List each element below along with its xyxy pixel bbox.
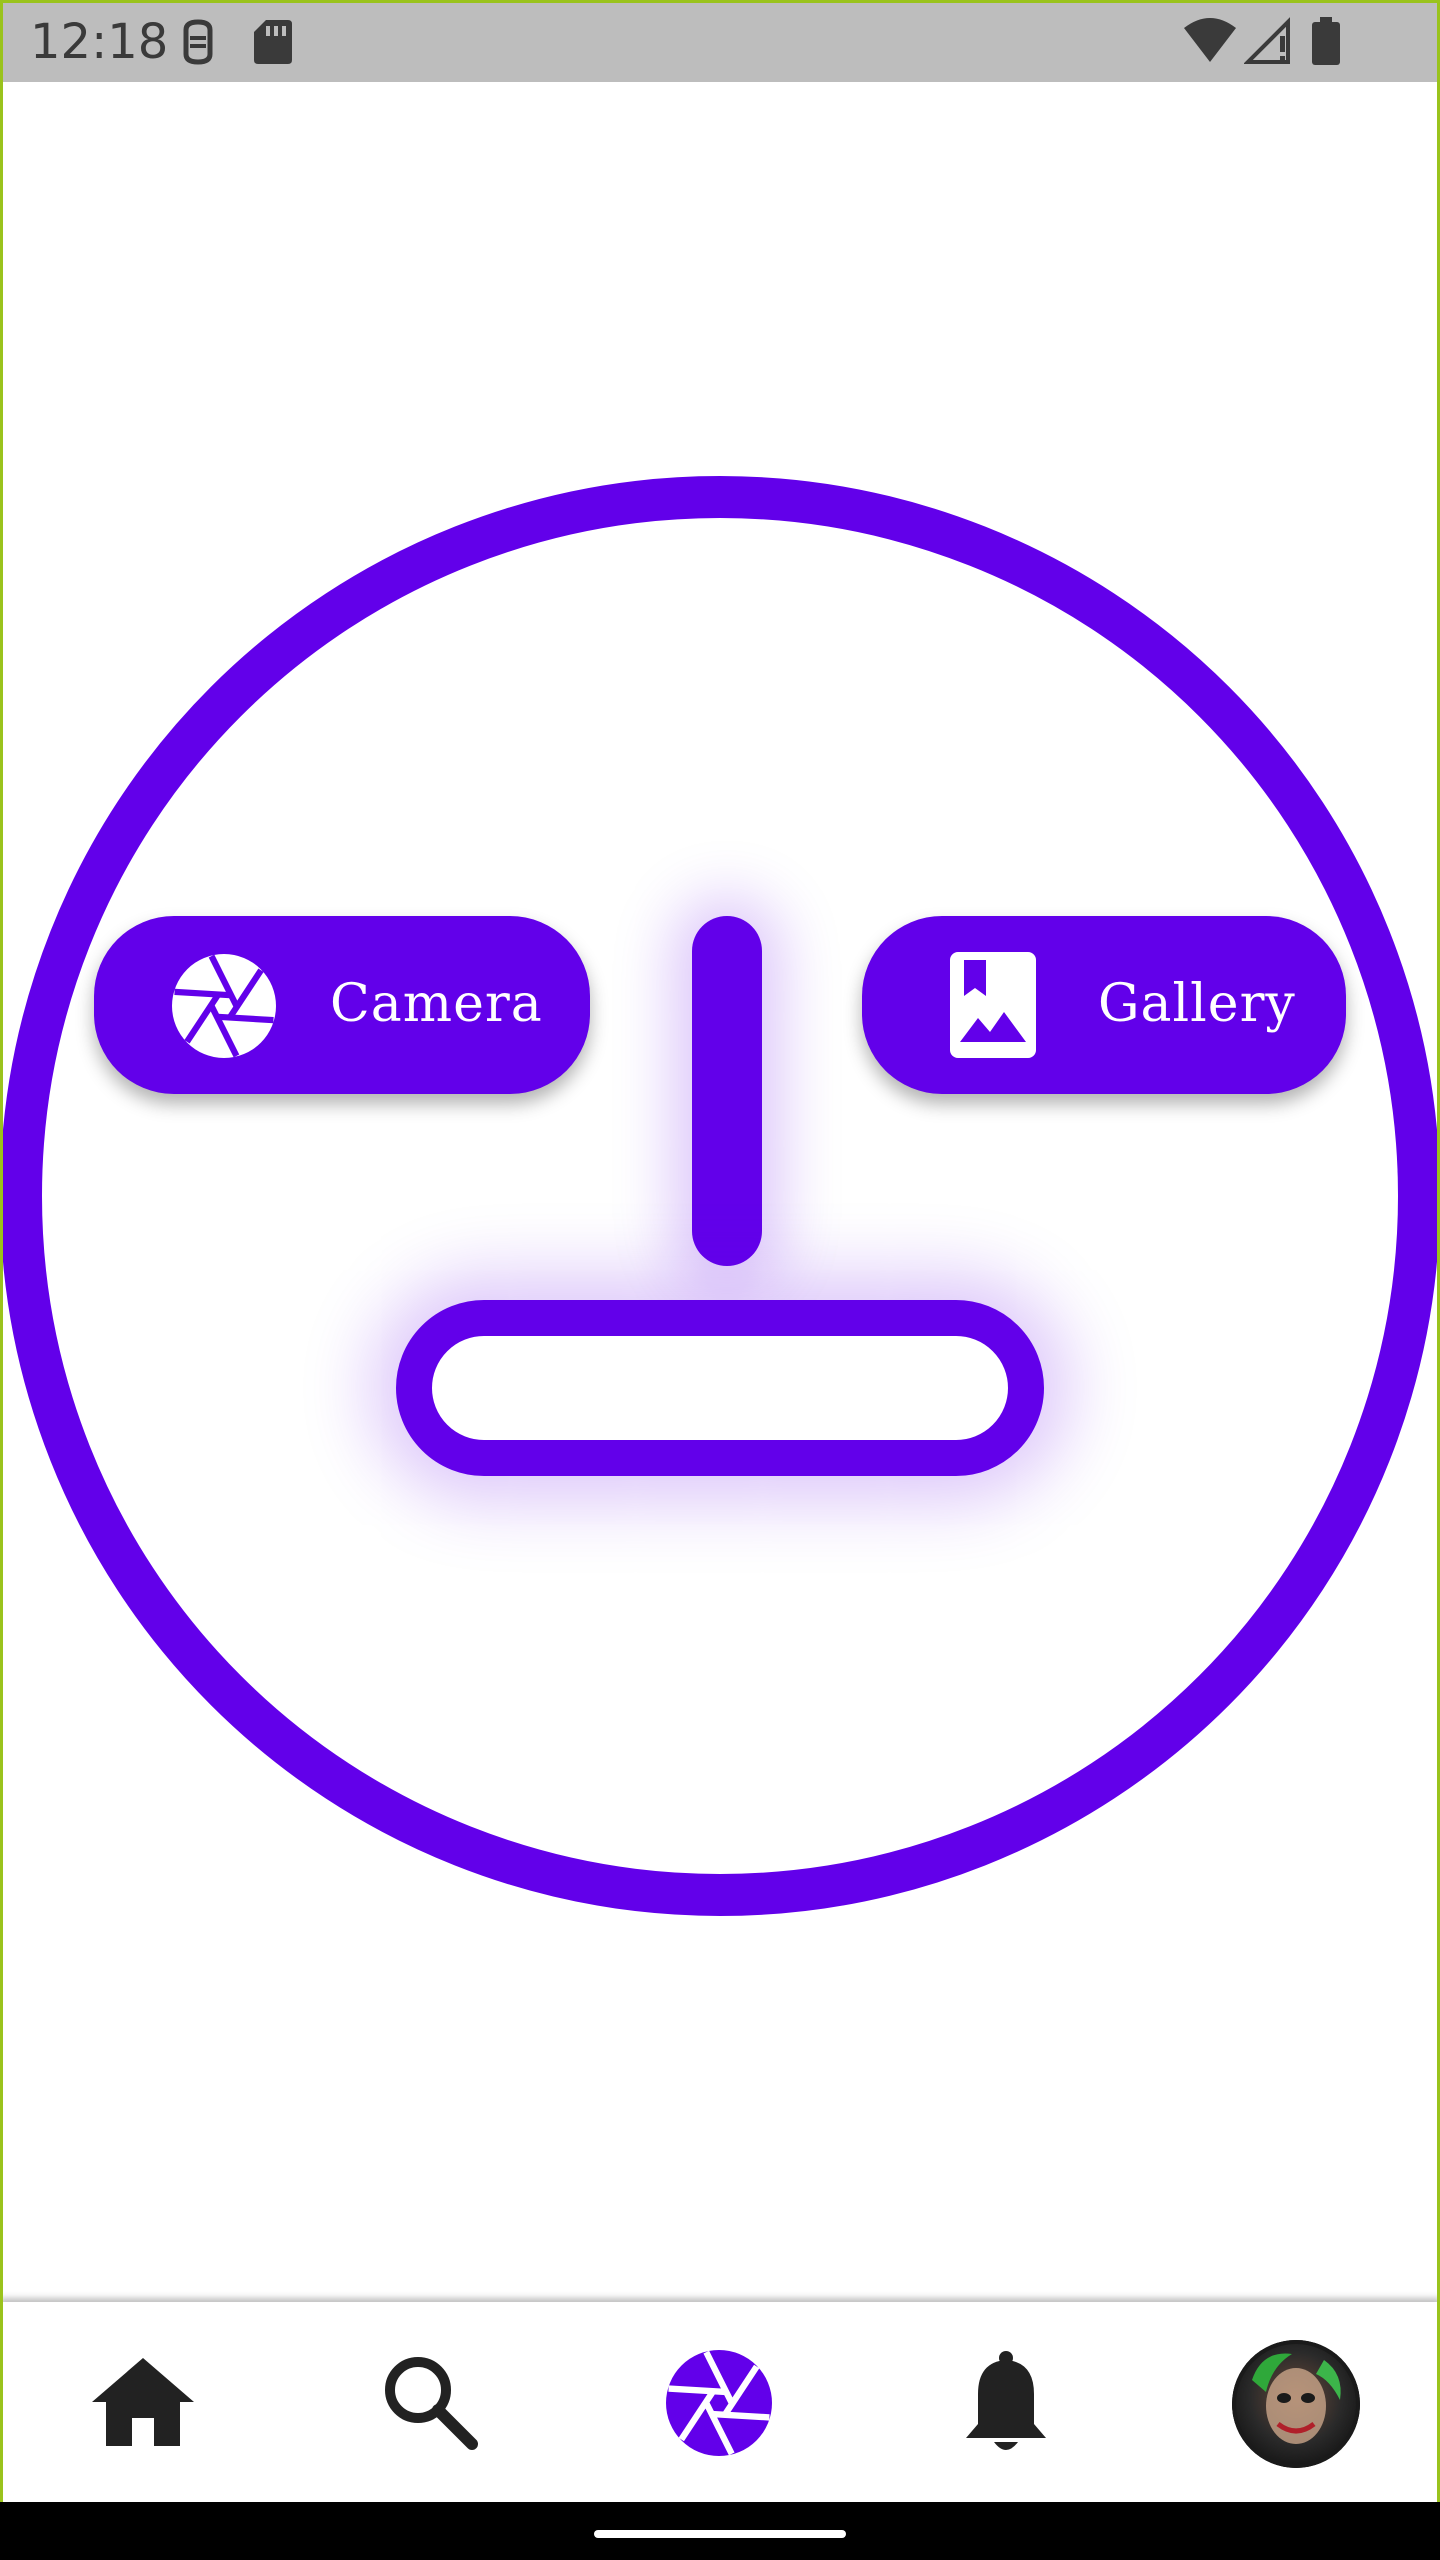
wifi-icon	[1184, 18, 1236, 62]
status-bar: 12:18	[0, 0, 1440, 82]
nav-notifications[interactable]	[962, 2350, 1050, 2460]
face-nose	[692, 916, 762, 1266]
bottom-nav	[0, 2302, 1440, 2502]
search-icon	[385, 2357, 478, 2450]
nav-camera[interactable]	[666, 2350, 772, 2460]
gallery-button[interactable]: Gallery	[862, 916, 1346, 1094]
status-time: 12:18	[30, 14, 169, 70]
bell-icon	[966, 2351, 1046, 2450]
camera-button[interactable]: Camera	[94, 916, 590, 1094]
notification-badge-icon	[183, 19, 213, 65]
home-gesture-handle[interactable]	[594, 2530, 846, 2538]
nav-profile-avatar[interactable]	[1232, 2340, 1360, 2468]
home-icon	[92, 2358, 194, 2446]
sd-card-icon	[254, 20, 292, 64]
photo-album-icon	[950, 952, 1036, 1058]
battery-icon	[1312, 17, 1340, 65]
signal-icon	[1244, 17, 1290, 64]
camera-aperture-icon	[172, 954, 276, 1058]
gallery-button-label: Gallery	[1098, 974, 1296, 1034]
avatar	[1232, 2340, 1360, 2468]
face-mouth	[396, 1300, 1044, 1476]
camera-aperture-icon	[666, 2350, 772, 2456]
nav-search[interactable]	[380, 2352, 480, 2456]
camera-button-label: Camera	[330, 974, 543, 1034]
nav-home[interactable]	[90, 2356, 196, 2452]
